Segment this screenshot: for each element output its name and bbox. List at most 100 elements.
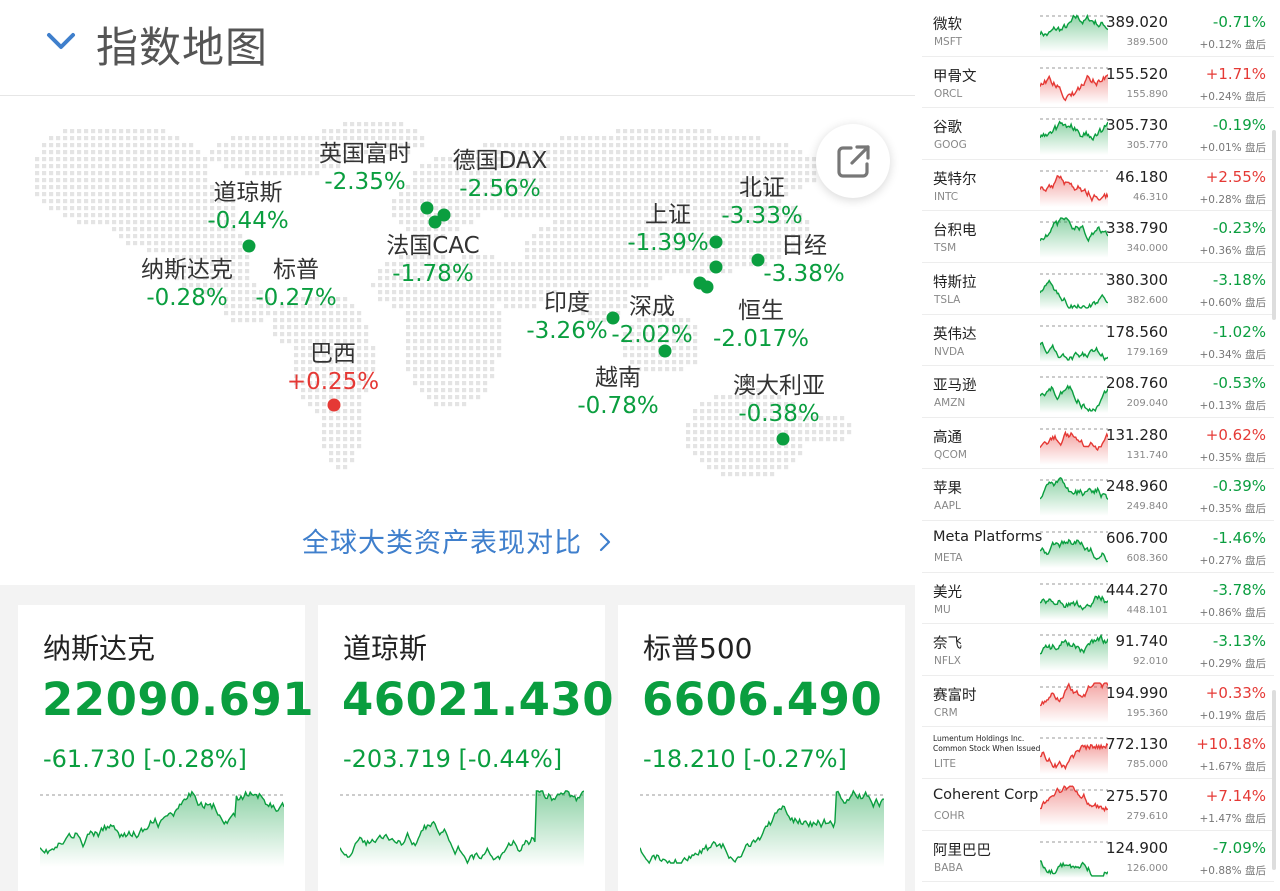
market-label[interactable]: 北证 -3.33% [721, 174, 802, 230]
stock-row[interactable]: 台积电 TSM 338.790 340.000 -0.23% +0.36% 盘后 [922, 211, 1274, 263]
market-label[interactable]: 巴西 +0.25% [287, 340, 379, 396]
stock-after-hours: +0.60% 盘后 [1199, 296, 1267, 309]
market-name: 德国DAX [452, 148, 548, 174]
market-label[interactable]: 标普 -0.27% [255, 256, 336, 312]
market-label[interactable]: 深成 -2.02% [611, 293, 692, 349]
market-label[interactable]: 法国CAC -1.78% [386, 232, 479, 288]
market-label[interactable]: 恒生 -2.017% [713, 297, 809, 353]
stock-price: 305.730 [1105, 116, 1168, 135]
section-divider [0, 585, 915, 605]
index-card-value: 46021.430 [342, 673, 615, 726]
stock-change: -0.23% [1212, 219, 1266, 238]
stock-name: 特斯拉 [933, 274, 977, 291]
market-change: -1.78% [392, 261, 474, 288]
stock-row[interactable]: 亚马逊 AMZN 208.760 209.040 -0.53% +0.13% 盘后 [922, 366, 1274, 418]
market-name: 法国CAC [386, 233, 480, 259]
stock-row[interactable]: 美光 MU 444.270 448.101 -3.78% +0.86% 盘后 [922, 573, 1274, 625]
stock-name: 阿里巴巴 [933, 842, 991, 859]
market-label[interactable]: 日经 -3.38% [763, 232, 844, 288]
stock-ticker: GOOG [934, 139, 967, 152]
market-label[interactable]: 德国DAX -2.56% [453, 147, 548, 203]
index-card-dow[interactable]: 道琼斯 46021.430 -203.719 [-0.44%] [318, 605, 614, 891]
stock-row[interactable]: 奈飞 NFLX 91.740 92.010 -3.13% +0.29% 盘后 [922, 624, 1274, 676]
market-label[interactable]: 纳斯达克 -0.28% [141, 256, 233, 312]
world-map[interactable]: 英国富时 -2.35% 德国DAX -2.56% 道琼斯 -0.44% 北证 -3.33% 上证… [0, 97, 915, 585]
stock-after-hours: +0.35% 盘后 [1199, 451, 1267, 464]
scrollbar[interactable] [1272, 130, 1276, 320]
market-marker-dot[interactable] [242, 239, 256, 253]
stock-row[interactable]: 甲骨文 ORCL 155.520 155.890 +1.71% +0.24% 盘后 [922, 57, 1274, 109]
market-label[interactable]: 越南 -0.78% [577, 364, 658, 420]
scrollbar[interactable] [1272, 690, 1276, 870]
stock-change: -3.78% [1212, 580, 1266, 599]
market-name: 英国富时 [319, 141, 411, 167]
stock-after-hours: +0.13% 盘后 [1199, 400, 1267, 413]
index-map-panel: 指数地图 英国富时 -2.35% 德国DAX -2.56% 道琼斯 -0.44% 北证 -3.… [0, 0, 915, 891]
stock-row[interactable]: 英伟达 NVDA 178.560 179.169 -1.02% +0.34% 盘后 [922, 315, 1274, 367]
compare-assets-link[interactable]: 全球大类资产表现对比 [302, 521, 612, 560]
stock-price: 194.990 [1105, 683, 1168, 702]
market-name: 巴西 [310, 341, 356, 367]
stock-row[interactable]: 高通 QCOM 131.280 131.740 +0.62% +0.35% 盘后 [922, 418, 1274, 470]
stock-name: 亚马逊 [933, 378, 977, 395]
market-label[interactable]: 印度 -3.26% [526, 289, 607, 345]
market-change: -0.44% [207, 208, 289, 235]
market-marker-dot[interactable] [776, 432, 790, 446]
stock-prev-close: 92.010 [1133, 656, 1168, 668]
stock-sparkline [1040, 273, 1108, 310]
market-label[interactable]: 道琼斯 -0.44% [207, 179, 288, 235]
stock-row[interactable]: Lumentum Holdings Inc. Common Stock When… [922, 727, 1274, 779]
index-card-sp500[interactable]: 标普500 6606.490 -18.210 [-0.27%] [618, 605, 905, 891]
market-label[interactable]: 英国富时 -2.35% [319, 140, 411, 196]
stock-row[interactable]: 赛富时 CRM 194.990 195.360 +0.33% +0.19% 盘后 [922, 676, 1274, 728]
index-card-change: -61.730 [-0.28%] [43, 745, 247, 773]
market-marker-dot[interactable] [700, 280, 714, 294]
stock-ticker: META [934, 551, 963, 564]
share-button[interactable] [816, 124, 890, 198]
market-change: -0.27% [255, 285, 337, 312]
stock-sparkline [1040, 428, 1108, 465]
stock-name: 甲骨文 [933, 68, 977, 85]
market-marker-dot[interactable] [420, 201, 434, 215]
stock-row[interactable]: 微软 MSFT 389.020 389.500 -0.71% +0.12% 盘后 [922, 5, 1274, 57]
index-card-name: 纳斯达克 [43, 632, 156, 665]
market-marker-dot[interactable] [428, 215, 442, 229]
index-cards: 纳斯达克 22090.691 -61.730 [-0.28%] 道琼斯 4602… [0, 605, 915, 891]
stock-ticker: QCOM [934, 448, 967, 461]
stock-name: 奈飞 [933, 636, 962, 653]
stock-row[interactable]: 阿里巴巴 BABA 124.900 126.000 -7.09% +0.88% 盘后 [922, 831, 1274, 883]
stock-change: -3.18% [1212, 270, 1266, 289]
market-marker-dot[interactable] [709, 260, 723, 274]
stock-change: -0.71% [1212, 13, 1266, 31]
market-label[interactable]: 澳大利亚 -0.38% [733, 372, 825, 428]
stock-row[interactable]: 谷歌 GOOG 305.730 305.770 -0.19% +0.01% 盘后 [922, 108, 1274, 160]
stock-ticker: AAPL [934, 500, 961, 513]
market-name: 深成 [629, 294, 675, 320]
market-label[interactable]: 上证 -1.39% [627, 201, 708, 257]
stock-name: 微软 [933, 17, 962, 33]
stock-ticker: BABA [934, 861, 963, 874]
stock-row[interactable]: Coherent Corp COHR 275.570 279.610 +7.14% +1.… [922, 779, 1274, 831]
stock-prev-close: 131.740 [1126, 449, 1168, 461]
stock-after-hours: +1.67% 盘后 [1199, 761, 1267, 774]
stock-prev-close: 279.610 [1126, 810, 1168, 822]
stock-ticker: MSFT [934, 36, 962, 48]
index-card-nasdaq[interactable]: 纳斯达克 22090.691 -61.730 [-0.28%] [18, 605, 314, 891]
stock-row[interactable]: Meta Platforms META 606.700 608.360 -1.46% +0… [922, 521, 1274, 573]
stock-change: -0.39% [1212, 477, 1266, 496]
index-card-sparkline [40, 790, 284, 867]
chevron-down-icon[interactable] [46, 28, 76, 54]
stock-prev-close: 608.360 [1126, 552, 1168, 564]
stock-row[interactable]: 特斯拉 TSLA 380.300 382.600 -3.18% +0.60% 盘后 [922, 263, 1274, 315]
stock-prev-close: 249.840 [1126, 501, 1168, 513]
market-marker-dot[interactable] [709, 235, 723, 249]
stock-after-hours: +0.88% 盘后 [1199, 864, 1267, 877]
stock-row[interactable]: 英特尔 INTC 46.180 46.310 +2.55% +0.28% 盘后 [922, 160, 1274, 212]
stock-prev-close: 126.000 [1126, 862, 1168, 874]
stock-row[interactable]: 苹果 AAPL 248.960 249.840 -0.39% +0.35% 盘后 [922, 469, 1274, 521]
market-marker-dot[interactable] [327, 398, 341, 412]
stock-after-hours: +0.36% 盘后 [1199, 245, 1267, 258]
page-title: 指数地图 [96, 23, 269, 72]
stock-sparkline [1040, 841, 1108, 878]
market-name: 纳斯达克 [141, 257, 233, 283]
